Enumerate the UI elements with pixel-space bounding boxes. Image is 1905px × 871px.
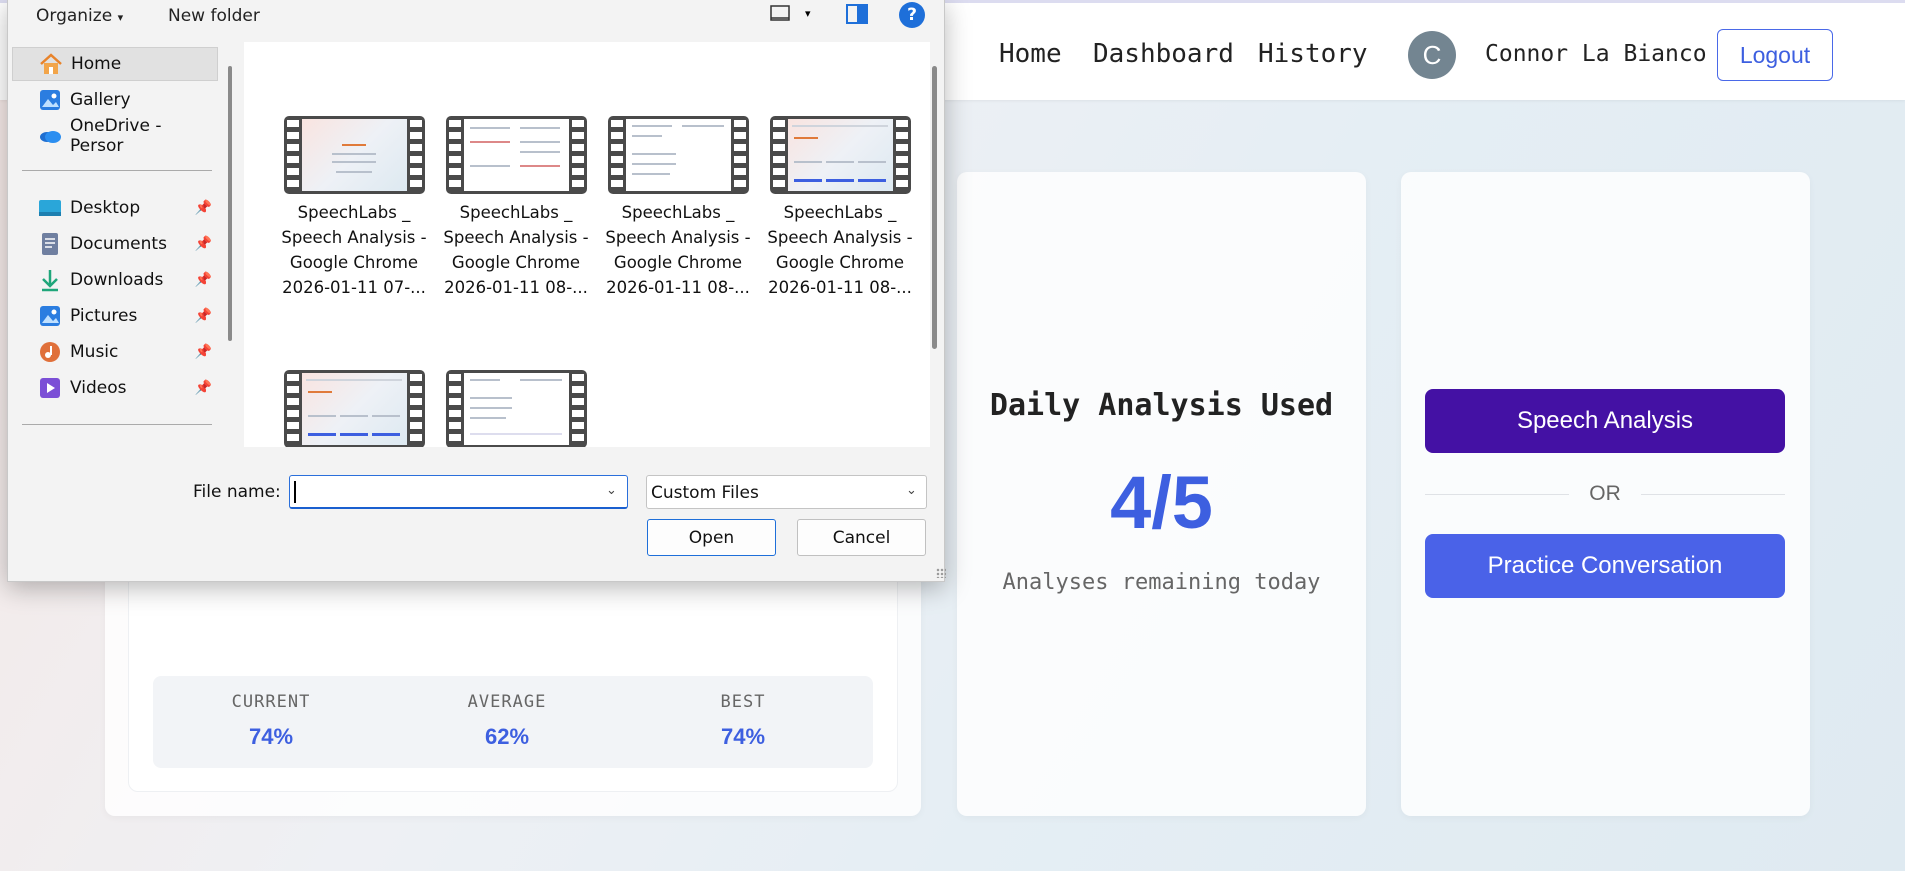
pin-icon[interactable]: 📌	[195, 236, 212, 252]
nav-item-desktop[interactable]: Desktop 📌	[12, 191, 218, 225]
file-name-input[interactable]	[289, 475, 628, 509]
documents-icon	[38, 232, 62, 256]
pin-icon[interactable]: 📌	[195, 272, 212, 288]
pin-icon[interactable]: 📌	[195, 200, 212, 216]
chevron-down-icon[interactable]: ⌄	[606, 483, 617, 498]
stat-best-label: BEST	[720, 692, 766, 712]
file-item[interactable]	[279, 370, 429, 447]
video-thumbnail-icon	[445, 116, 587, 194]
stat-average-value: 62%	[484, 724, 530, 749]
divider-left	[1425, 494, 1569, 495]
nav-item-gallery[interactable]: Gallery	[12, 83, 218, 117]
file-item[interactable]	[441, 370, 591, 447]
nav-separator	[22, 424, 212, 425]
video-thumbnail-icon	[445, 370, 587, 447]
new-folder-button[interactable]: New folder	[168, 6, 260, 26]
desktop-icon	[38, 196, 62, 220]
organize-menu[interactable]: Organize ▾	[36, 6, 123, 26]
stat-average: AVERAGE 62%	[389, 692, 625, 750]
stat-current-value: 74%	[248, 724, 294, 749]
stat-average-label: AVERAGE	[467, 692, 547, 712]
dialog-toolbar: Organize ▾ New folder ▾ ?	[8, 0, 946, 36]
home-icon	[39, 52, 63, 76]
organize-dropdown-icon: ▾	[117, 11, 124, 24]
files-scrollbar[interactable]	[932, 66, 937, 349]
file-item[interactable]: SpeechLabs _ Speech Analysis - Google Chr…	[603, 116, 753, 300]
file-name-label: SpeechLabs _ Speech Analysis - Google Chr…	[767, 203, 913, 297]
nav-item-documents[interactable]: Documents 📌	[12, 227, 218, 261]
nav-item-label: Videos	[70, 378, 127, 398]
music-icon	[38, 340, 62, 364]
nav-item-label: Downloads	[70, 270, 164, 290]
nav-item-label: OneDrive - Persor	[70, 116, 162, 156]
file-open-dialog: Organize ▾ New folder ▾ ? Home Gallery O…	[7, 0, 946, 582]
speech-analysis-button[interactable]: Speech Analysis	[1425, 389, 1785, 453]
nav-item-label: Documents	[70, 234, 167, 254]
nav-history-link[interactable]: History	[1258, 39, 1368, 69]
stat-current: CURRENT 74%	[153, 692, 389, 750]
nav-item-label: Music	[70, 342, 119, 362]
nav-item-home[interactable]: Home	[12, 47, 218, 81]
preview-pane-icon[interactable]	[846, 4, 868, 28]
cancel-button[interactable]: Cancel	[797, 519, 926, 556]
nav-item-onedrive[interactable]: OneDrive - Persor	[12, 116, 218, 156]
navigation-pane: Home Gallery OneDrive - Persor Desktop 📌	[8, 42, 218, 447]
user-name: Connor La Bianco	[1485, 41, 1707, 67]
file-name-label: SpeechLabs _ Speech Analysis - Google Chr…	[281, 203, 427, 297]
file-item[interactable]: SpeechLabs _ Speech Analysis - Google Chr…	[279, 116, 429, 300]
nav-item-label: Gallery	[70, 90, 131, 110]
file-name-label: File name:	[193, 482, 281, 502]
score-stats: CURRENT 74% AVERAGE 62% BEST 74%	[153, 676, 873, 768]
stat-current-label: CURRENT	[231, 692, 311, 712]
pictures-icon	[38, 304, 62, 328]
resize-grip-icon[interactable]	[936, 568, 946, 578]
file-item[interactable]: SpeechLabs _ Speech Analysis - Google Chr…	[765, 116, 915, 300]
nav-home-link[interactable]: Home	[999, 39, 1062, 69]
pin-icon[interactable]: 📌	[195, 308, 212, 324]
videos-icon	[38, 376, 62, 400]
nav-item-pictures[interactable]: Pictures 📌	[12, 299, 218, 333]
video-thumbnail-icon	[283, 116, 425, 194]
files-pane: SpeechLabs _ Speech Analysis - Google Chr…	[244, 42, 930, 447]
video-thumbnail-icon	[283, 370, 425, 447]
nav-item-videos[interactable]: Videos 📌	[12, 371, 218, 405]
open-button[interactable]: Open	[647, 519, 776, 556]
video-thumbnail-icon	[607, 116, 749, 194]
pin-icon[interactable]: 📌	[195, 380, 212, 396]
stat-best: BEST 74%	[625, 692, 861, 750]
video-thumbnail-icon	[769, 116, 911, 194]
downloads-icon	[38, 268, 62, 292]
nav-separator	[22, 170, 212, 171]
stat-best-value: 74%	[720, 724, 766, 749]
or-divider-label: OR	[1589, 482, 1621, 505]
file-name-label: SpeechLabs _ Speech Analysis - Google Chr…	[443, 203, 589, 297]
nav-item-label: Pictures	[70, 306, 138, 326]
nav-item-label: Desktop	[70, 198, 141, 218]
avatar[interactable]: C	[1408, 31, 1456, 79]
nav-scrollbar[interactable]	[228, 66, 232, 341]
chevron-down-icon[interactable]: ⌄	[906, 483, 917, 498]
daily-analysis-title: Daily Analysis Used	[989, 388, 1334, 423]
nav-item-label: Home	[71, 54, 122, 74]
daily-analysis-subtitle: Analyses remaining today	[1002, 570, 1321, 595]
view-dropdown-icon[interactable]: ▾	[805, 7, 811, 20]
divider-right	[1641, 494, 1785, 495]
organize-label: Organize	[36, 6, 113, 26]
nav-dashboard-link[interactable]: Dashboard	[1093, 39, 1234, 69]
pin-icon[interactable]: 📌	[195, 344, 212, 360]
file-name-label: SpeechLabs _ Speech Analysis - Google Chr…	[605, 203, 751, 297]
daily-analysis-count: 4/5	[1110, 461, 1213, 544]
nav-item-downloads[interactable]: Downloads 📌	[12, 263, 218, 297]
logout-button[interactable]: Logout	[1717, 29, 1833, 81]
onedrive-icon	[38, 124, 62, 148]
text-caret	[294, 481, 296, 503]
view-mode-icon[interactable]	[770, 5, 790, 27]
gallery-icon	[38, 88, 62, 112]
nav-item-music[interactable]: Music 📌	[12, 335, 218, 369]
help-icon[interactable]: ?	[899, 2, 925, 28]
file-item[interactable]: SpeechLabs _ Speech Analysis - Google Chr…	[441, 116, 591, 300]
practice-conversation-button[interactable]: Practice Conversation	[1425, 534, 1785, 598]
file-type-select[interactable]: Custom Files	[646, 475, 927, 509]
